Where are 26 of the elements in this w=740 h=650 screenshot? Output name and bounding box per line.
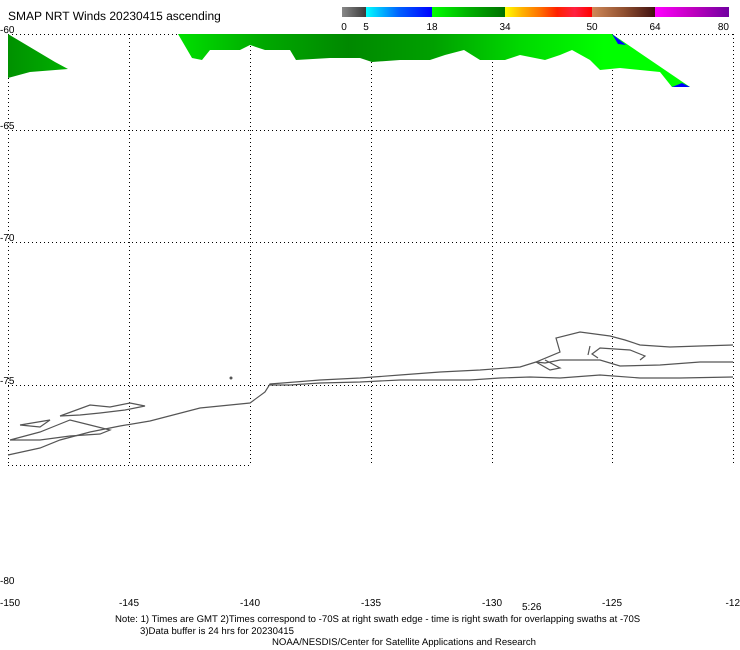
- scale-tick-label: 80: [718, 22, 729, 33]
- longitude-label: -150: [0, 598, 20, 609]
- scale-tick-label: 0: [341, 22, 347, 33]
- wind-swath-left: [8, 34, 68, 78]
- longitude-label: -145: [119, 598, 139, 609]
- longitude-label: -135: [361, 598, 381, 609]
- scale-tick-label: 34: [499, 22, 511, 33]
- latitude-label: -80: [0, 576, 14, 587]
- scale-tick-label: 64: [649, 22, 661, 33]
- scale-tick-label: 50: [586, 22, 598, 33]
- longitude-label: -140: [240, 598, 260, 609]
- note-text: 3)Data buffer is 24 hrs for 20230415: [140, 626, 294, 637]
- scale-tick-label: 18: [426, 22, 438, 33]
- island-dot: [230, 376, 232, 380]
- longitude-label: -12: [726, 598, 740, 609]
- latitude-label: -70: [0, 233, 14, 244]
- latitude-label: -60: [0, 25, 14, 36]
- scale-tick-label: 5: [363, 22, 369, 33]
- latitude-label: -75: [0, 376, 14, 387]
- latitude-label: -65: [0, 121, 14, 132]
- credit-text: NOAA/NESDIS/Center for Satellite Applications and Research: [272, 637, 536, 648]
- longitude-label: -130: [482, 598, 502, 609]
- plot-title: SMAP NRT Winds 20230415 ascending: [8, 9, 221, 23]
- note-text: Note: 1) Times are GMT 2)Times correspond to -70S at right swath edge - time is right swath for overlapping swaths at -70S: [115, 614, 640, 625]
- longitude-label: -125: [602, 598, 622, 609]
- time-label: 5:26: [522, 602, 542, 613]
